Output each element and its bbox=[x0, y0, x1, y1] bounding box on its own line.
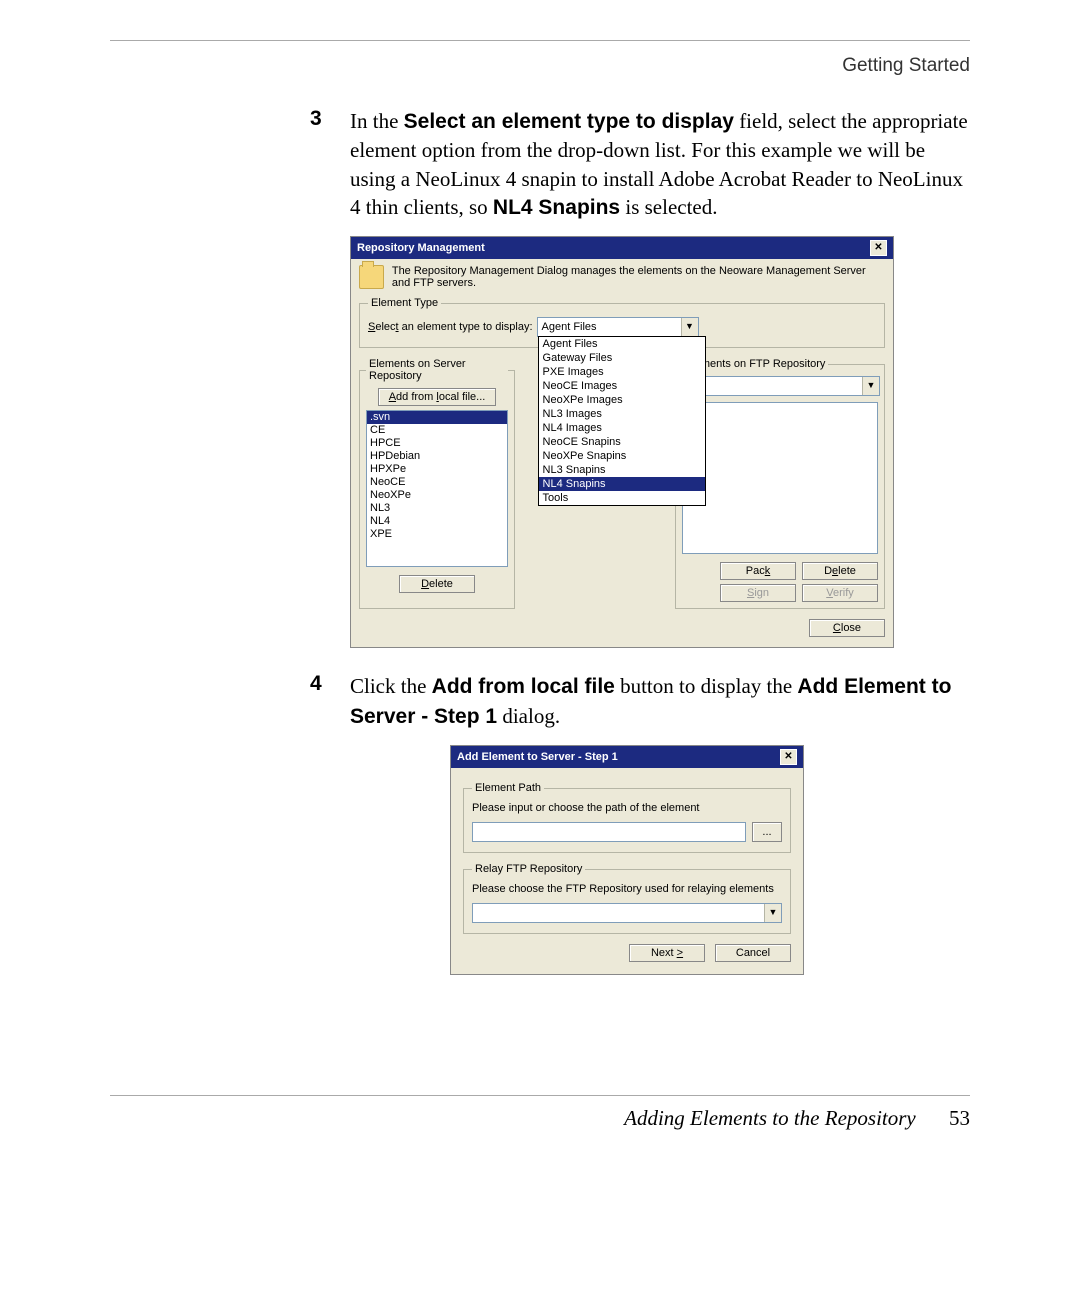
server-repository-list[interactable]: .svnCEHPCEHPDebianHPXPeNeoCENeoXPeNL3NL4… bbox=[366, 410, 508, 567]
server-repository-panel: Elements on Server Repository Add from l… bbox=[359, 358, 515, 609]
dropdown-option[interactable]: NeoXPe Images bbox=[539, 393, 705, 407]
element-path-legend: Element Path bbox=[472, 782, 544, 794]
list-item[interactable]: .svn bbox=[367, 411, 507, 424]
server-repository-legend: Elements on Server Repository bbox=[366, 358, 508, 382]
list-item[interactable]: NL4 bbox=[367, 515, 507, 528]
list-item[interactable]: NeoCE bbox=[367, 476, 507, 489]
ftp-delete-button[interactable]: Delete bbox=[802, 562, 878, 580]
element-type-combo[interactable]: Agent Files ▼ Agent FilesGateway FilesPX… bbox=[537, 317, 699, 337]
dropdown-option[interactable]: NL4 Snapins bbox=[539, 477, 705, 491]
verify-button[interactable]: Verify bbox=[802, 584, 878, 602]
element-type-dropdown[interactable]: Agent FilesGateway FilesPXE ImagesNeoCE … bbox=[538, 336, 706, 506]
footer-section: Adding Elements to the Repository bbox=[624, 1106, 916, 1130]
add-element-dialog: Add Element to Server - Step 1 ✕ Element… bbox=[450, 745, 804, 975]
pack-button[interactable]: Pack bbox=[720, 562, 796, 580]
dialog-info-text: The Repository Management Dialog manages… bbox=[392, 265, 885, 289]
step-number: 3 bbox=[110, 107, 350, 222]
repository-management-dialog: Repository Management ✕ The Repository M… bbox=[350, 236, 894, 648]
dropdown-option[interactable]: NeoXPe Snapins bbox=[539, 449, 705, 463]
element-path-input[interactable] bbox=[472, 822, 746, 842]
list-item[interactable]: NL3 bbox=[367, 502, 507, 515]
select-element-type-label: Select an element type to display: bbox=[368, 321, 533, 333]
browse-button[interactable]: ... bbox=[752, 822, 782, 842]
list-item[interactable]: NeoXPe bbox=[367, 489, 507, 502]
relay-ftp-combo[interactable]: ▼ bbox=[472, 903, 782, 923]
combo-selected-value: Agent Files bbox=[538, 321, 681, 333]
close-icon[interactable]: ✕ bbox=[780, 749, 797, 765]
ftp-repository-combo[interactable]: ▼ bbox=[682, 376, 880, 396]
next-button[interactable]: Next > bbox=[629, 944, 705, 962]
sign-button[interactable]: Sign bbox=[720, 584, 796, 602]
relay-ftp-group: Relay FTP Repository Please choose the F… bbox=[463, 863, 791, 934]
element-type-legend: Element Type bbox=[368, 297, 441, 309]
element-type-group: Element Type Select an element type to d… bbox=[359, 297, 885, 348]
list-item[interactable]: CE bbox=[367, 424, 507, 437]
dropdown-option[interactable]: NL3 Snapins bbox=[539, 463, 705, 477]
step-body: In the Select an element type to display… bbox=[350, 107, 970, 222]
list-item[interactable]: XPE bbox=[367, 528, 507, 541]
cancel-button[interactable]: Cancel bbox=[715, 944, 791, 962]
ftp-repository-panel: Elements on FTP Repository ▼ Pack Delete bbox=[675, 358, 885, 609]
step-3: 3 In the Select an element type to displ… bbox=[110, 107, 970, 222]
page-footer: Adding Elements to the Repository 53 bbox=[110, 1095, 970, 1131]
dropdown-option[interactable]: NL4 Images bbox=[539, 421, 705, 435]
list-item[interactable]: HPXPe bbox=[367, 463, 507, 476]
list-item[interactable]: HPDebian bbox=[367, 450, 507, 463]
dialog-title-bar: Repository Management ✕ bbox=[351, 237, 893, 259]
close-button[interactable]: Close bbox=[809, 619, 885, 637]
dropdown-option[interactable]: NeoCE Snapins bbox=[539, 435, 705, 449]
relay-ftp-prompt: Please choose the FTP Repository used fo… bbox=[472, 883, 782, 895]
ftp-repository-list[interactable] bbox=[682, 402, 878, 554]
dropdown-option[interactable]: NeoCE Images bbox=[539, 379, 705, 393]
step-number: 4 bbox=[110, 672, 350, 731]
close-icon[interactable]: ✕ bbox=[870, 240, 887, 256]
dropdown-option[interactable]: NL3 Images bbox=[539, 407, 705, 421]
dialog-title: Repository Management bbox=[357, 242, 485, 254]
dropdown-option[interactable]: PXE Images bbox=[539, 365, 705, 379]
chevron-down-icon[interactable]: ▼ bbox=[764, 904, 781, 922]
list-item[interactable]: HPCE bbox=[367, 437, 507, 450]
chevron-down-icon[interactable]: ▼ bbox=[681, 318, 698, 336]
add-from-local-file-button[interactable]: Add from local file... bbox=[378, 388, 497, 406]
chevron-down-icon[interactable]: ▼ bbox=[862, 377, 879, 395]
element-path-group: Element Path Please input or choose the … bbox=[463, 782, 791, 853]
dropdown-option[interactable]: Agent Files bbox=[539, 337, 705, 351]
step-4: 4 Click the Add from local file button t… bbox=[110, 672, 970, 731]
dialog-title: Add Element to Server - Step 1 bbox=[457, 751, 618, 763]
step-body: Click the Add from local file button to … bbox=[350, 672, 970, 731]
dropdown-option[interactable]: Gateway Files bbox=[539, 351, 705, 365]
page-header: Getting Started bbox=[110, 55, 970, 77]
dropdown-option[interactable]: Tools bbox=[539, 491, 705, 505]
element-path-prompt: Please input or choose the path of the e… bbox=[472, 802, 782, 814]
folder-icon bbox=[359, 265, 384, 289]
page-number: 53 bbox=[949, 1106, 970, 1130]
relay-ftp-legend: Relay FTP Repository bbox=[472, 863, 585, 875]
server-delete-button[interactable]: Delete bbox=[399, 575, 475, 593]
dialog-title-bar: Add Element to Server - Step 1 ✕ bbox=[451, 746, 803, 768]
